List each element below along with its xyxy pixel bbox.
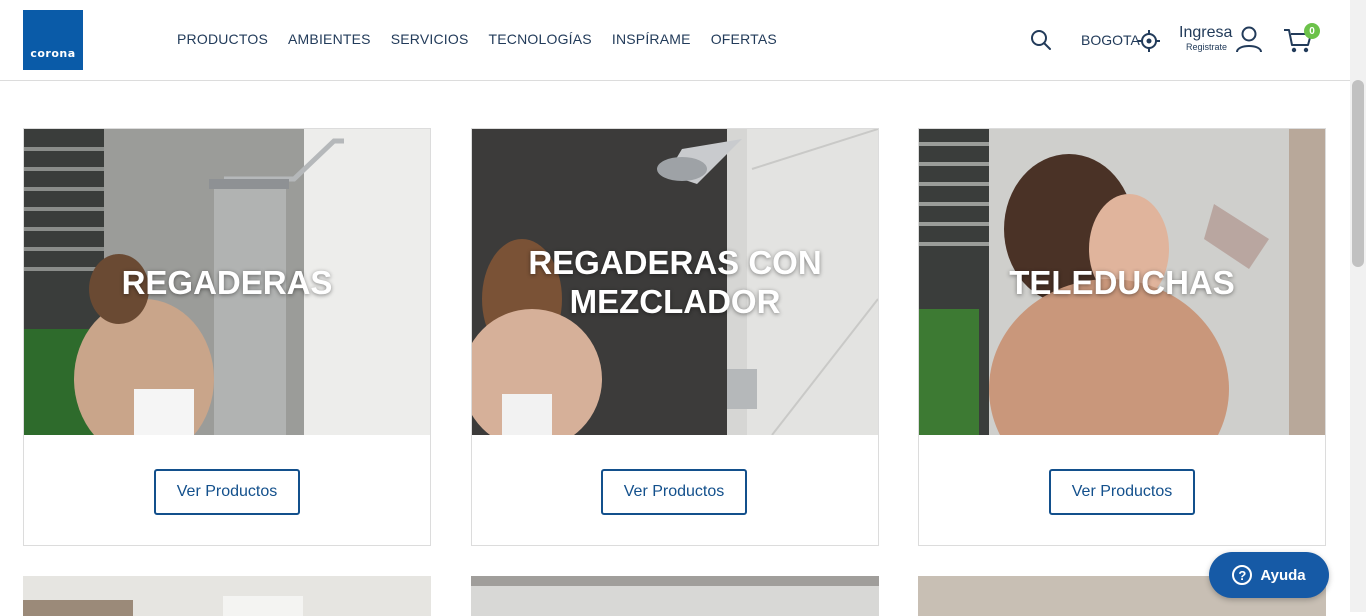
- login-label: Ingresa: [1179, 24, 1233, 41]
- product-photo-partial: [471, 576, 879, 616]
- cart-count-badge: 0: [1304, 23, 1320, 39]
- ver-productos-button[interactable]: Ver Productos: [601, 469, 747, 515]
- regaderas-image[interactable]: REGADERAS: [24, 129, 430, 435]
- site-header: corona PRODUCTOS AMBIENTES SERVICIOS TEC…: [0, 0, 1350, 81]
- help-label: Ayuda: [1260, 566, 1306, 584]
- card-title: REGADERAS: [121, 263, 333, 301]
- register-label: Registrate: [1186, 42, 1228, 52]
- user-icon[interactable]: [1235, 25, 1263, 53]
- card-title: TELEDUCHAS: [1009, 263, 1235, 301]
- page-scrollbar[interactable]: [1350, 0, 1366, 612]
- regaderas-mezclador-image[interactable]: REGADERAS CON MEZCLADOR: [472, 129, 878, 435]
- nav-inspirame[interactable]: INSPÍRAME: [612, 31, 691, 47]
- scrollbar-thumb[interactable]: [1352, 80, 1364, 267]
- category-card-partial: [471, 576, 879, 616]
- city-selector[interactable]: BOGOTA: [1081, 32, 1140, 48]
- question-icon: ?: [1232, 565, 1253, 585]
- ver-productos-button[interactable]: Ver Productos: [154, 469, 300, 515]
- card-title: REGADERAS CON MEZCLADOR: [528, 244, 822, 320]
- search-icon[interactable]: [1030, 29, 1052, 51]
- help-button[interactable]: ? Ayuda: [1209, 552, 1329, 598]
- main-nav: PRODUCTOS AMBIENTES SERVICIOS TECNOLOGÍA…: [177, 31, 777, 47]
- login-link[interactable]: Ingresa Registrate: [1179, 24, 1232, 52]
- corona-logo[interactable]: corona: [23, 10, 83, 70]
- nav-productos[interactable]: PRODUCTOS: [177, 31, 268, 47]
- nav-ofertas[interactable]: OFERTAS: [711, 31, 777, 47]
- product-photo-partial: [23, 576, 431, 616]
- category-card-regaderas: REGADERAS Ver Productos: [23, 128, 431, 546]
- nav-ambientes[interactable]: AMBIENTES: [288, 31, 371, 47]
- ver-productos-button[interactable]: Ver Productos: [1049, 469, 1195, 515]
- teleduchas-image[interactable]: TELEDUCHAS: [919, 129, 1325, 435]
- nav-tecnologias[interactable]: TECNOLOGÍAS: [489, 31, 592, 47]
- nav-servicios[interactable]: SERVICIOS: [391, 31, 469, 47]
- category-card-regaderas-mezclador: REGADERAS CON MEZCLADOR Ver Productos: [471, 128, 879, 546]
- category-card-teleduchas: TELEDUCHAS Ver Productos: [918, 128, 1326, 546]
- location-target-icon[interactable]: [1138, 30, 1160, 52]
- category-card-partial: [23, 576, 431, 616]
